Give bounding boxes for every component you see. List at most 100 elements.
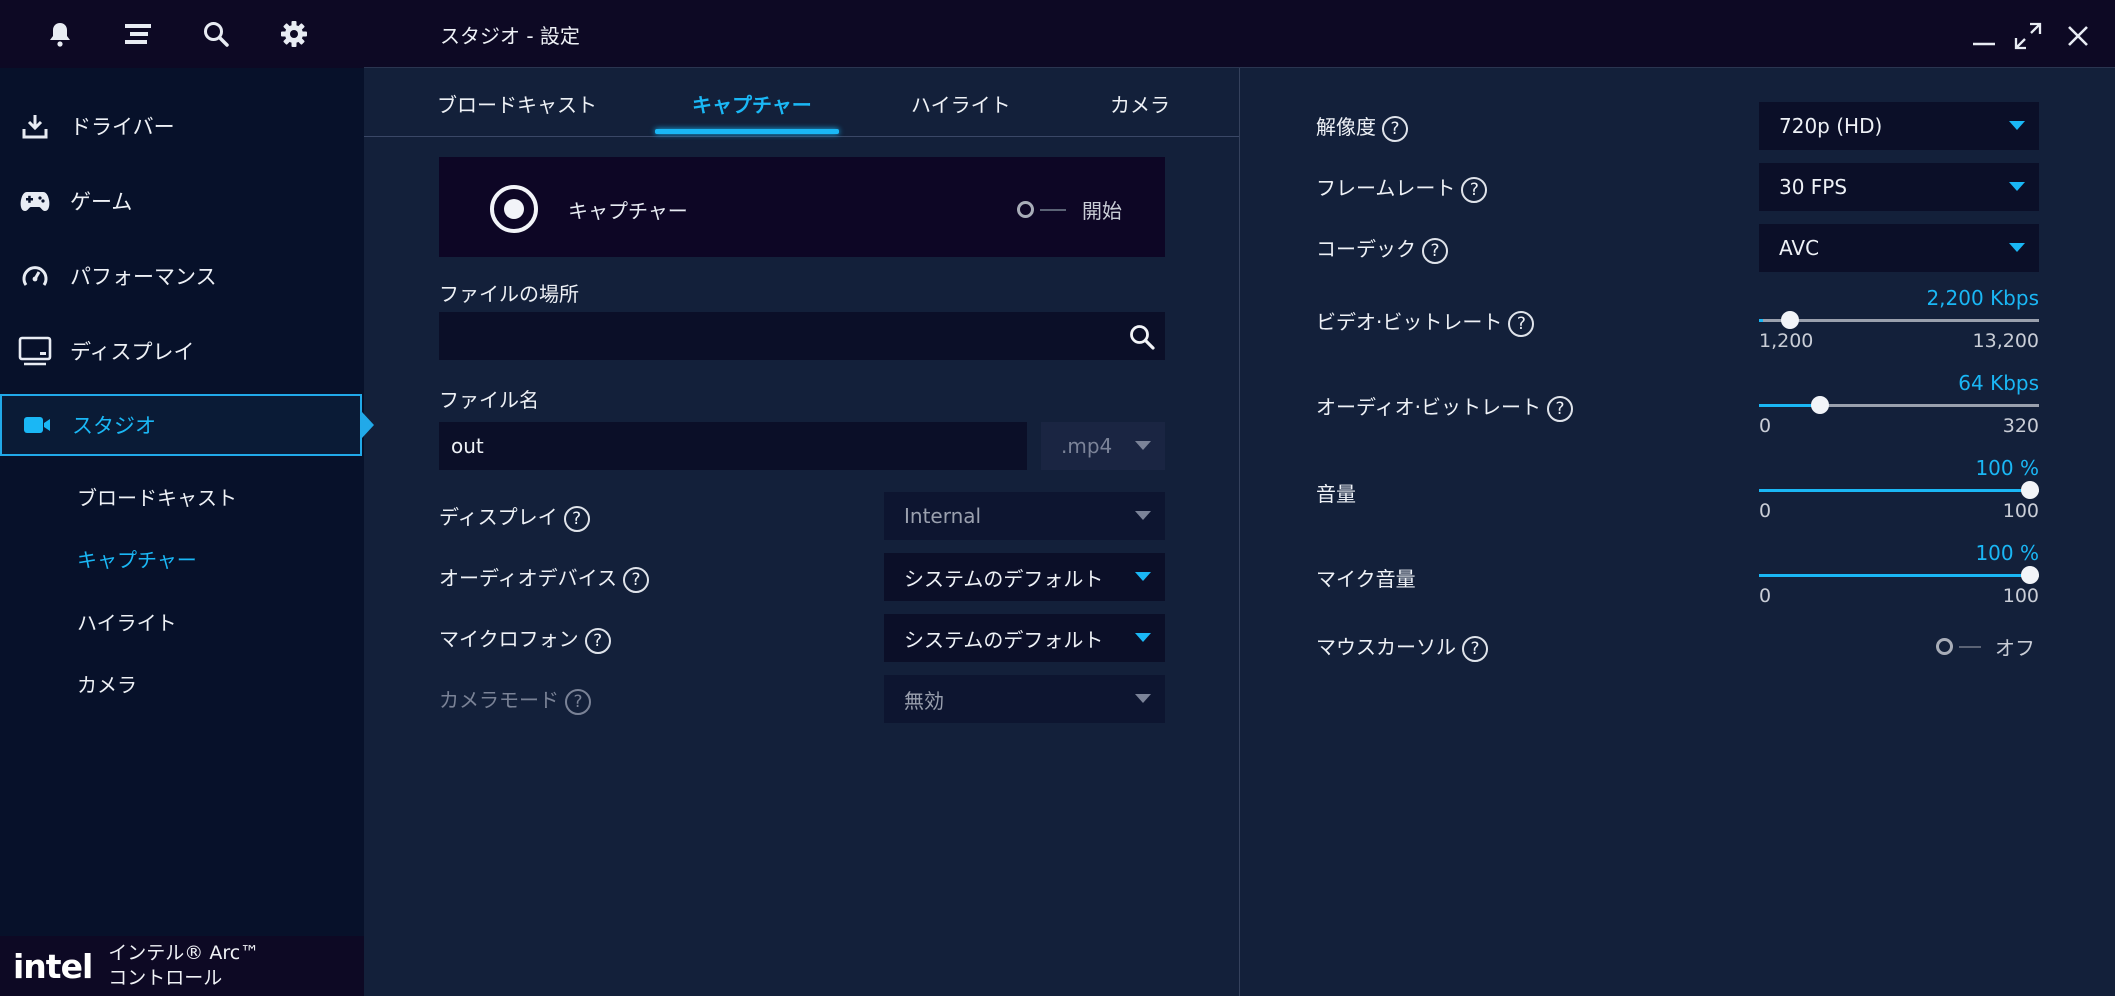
slider-min: 0	[1759, 585, 1772, 607]
slider-thumb[interactable]	[1811, 396, 1830, 414]
sidebar-item-label: ドライバー	[70, 115, 175, 139]
toggle-label: オフ	[1995, 636, 2035, 660]
minimize-icon[interactable]	[1966, 18, 2002, 54]
tab-broadcast[interactable]: ブロードキャスト	[437, 89, 597, 118]
slider-thumb[interactable]	[2021, 566, 2039, 584]
sidebar-subitem-broadcast[interactable]: ブロードキャスト	[77, 482, 237, 511]
mic-volume-slider[interactable]: 100 % 0 100	[1759, 541, 2039, 611]
slider-fill	[1759, 489, 2021, 492]
panel-divider	[1239, 68, 1240, 996]
gear-icon[interactable]	[255, 0, 333, 68]
help-icon[interactable]: ?	[1508, 310, 1535, 337]
active-tab-indicator	[655, 129, 839, 134]
resolution-select[interactable]: 720p (HD)	[1759, 102, 2039, 150]
help-icon[interactable]: ?	[623, 566, 649, 593]
camera-mode-value: 無効	[904, 688, 944, 713]
camera-mode-text: カメラモード	[439, 688, 559, 712]
chevron-down-icon	[1135, 694, 1151, 703]
maximize-icon[interactable]	[2010, 18, 2046, 54]
microphone-select[interactable]: システムのデフォルト	[884, 614, 1165, 662]
volume-slider[interactable]: 100 % 0 100	[1759, 456, 2039, 526]
framerate-value: 30 FPS	[1779, 175, 1848, 199]
toggle-label: 開始	[1082, 199, 1122, 223]
codec-value: AVC	[1779, 236, 1820, 260]
microphone-text: マイクロフォン	[439, 627, 579, 651]
framerate-select[interactable]: 30 FPS	[1759, 163, 2039, 211]
slider-max: 13,200	[1972, 330, 2039, 352]
bell-icon[interactable]	[21, 0, 99, 68]
brand-line-2: コントロール	[108, 967, 223, 989]
codec-text: コーデック	[1316, 237, 1416, 261]
sidebar-item-studio[interactable]: スタジオ	[0, 394, 374, 456]
chevron-down-icon	[1135, 441, 1151, 450]
mouse-cursor-text: マウスカーソル	[1316, 635, 1456, 659]
brand: intel インテル® Arc™ コントロール	[0, 936, 364, 996]
capture-card: キャプチャー 開始	[439, 157, 1165, 257]
slider-min: 0	[1759, 500, 1772, 522]
gauge-icon	[0, 263, 70, 289]
framerate-label: フレームレート?	[1316, 172, 1488, 203]
camera-mode-label: カメラモード?	[439, 684, 591, 715]
file-extension-value: .mp4	[1061, 434, 1113, 458]
volume-text: 音量	[1316, 482, 1356, 506]
sidebar-item-performance[interactable]: パフォーマンス	[0, 245, 362, 307]
mouse-cursor-toggle[interactable]: オフ	[1936, 632, 2035, 661]
audio-device-select[interactable]: システムのデフォルト	[884, 553, 1165, 601]
help-icon[interactable]: ?	[584, 627, 611, 654]
close-icon[interactable]	[2060, 18, 2096, 54]
slider-thumb[interactable]	[1780, 311, 1799, 329]
record-icon	[489, 184, 539, 238]
capture-start-toggle[interactable]: 開始	[1017, 195, 1122, 224]
help-icon[interactable]: ?	[1462, 635, 1488, 662]
menu-icon[interactable]	[99, 0, 177, 68]
slider-value: 2,200 Kbps	[1926, 286, 2039, 310]
video-bitrate-slider[interactable]: 2,200 Kbps 1,200 13,200	[1759, 286, 2039, 356]
audio-device-label: オーディオデバイス?	[439, 562, 649, 593]
help-icon[interactable]: ?	[563, 505, 590, 532]
tab-camera[interactable]: カメラ	[1110, 89, 1170, 118]
sidebar-item-label: ゲーム	[70, 190, 133, 214]
file-name-input[interactable]: out	[439, 422, 1027, 470]
tab-highlight[interactable]: ハイライト	[911, 89, 1011, 118]
chevron-down-icon	[1135, 511, 1151, 520]
audio-bitrate-slider[interactable]: 64 Kbps 0 320	[1759, 371, 2039, 441]
slider-fill	[1759, 404, 1814, 407]
help-icon[interactable]: ?	[565, 688, 591, 715]
slider-track	[1759, 319, 2039, 322]
slider-min: 0	[1759, 415, 1772, 437]
tab-capture[interactable]: キャプチャー	[692, 89, 812, 118]
sidebar-item-display[interactable]: ディスプレイ	[0, 320, 362, 382]
slider-thumb[interactable]	[2021, 481, 2039, 499]
slider-value: 100 %	[1975, 456, 2039, 480]
sidebar-top-icons	[0, 0, 364, 68]
sidebar-item-driver[interactable]: ドライバー	[0, 95, 362, 157]
help-icon[interactable]: ?	[1382, 115, 1408, 142]
slider-min: 1,200	[1759, 330, 1814, 352]
display-select[interactable]: Internal	[884, 492, 1165, 540]
search-icon[interactable]	[1129, 324, 1155, 355]
chevron-down-icon	[2009, 182, 2025, 191]
mic-volume-label: マイク音量	[1316, 563, 1416, 592]
resolution-label: 解像度?	[1316, 111, 1408, 142]
sidebar-item-game[interactable]: ゲーム	[0, 170, 362, 232]
file-extension-select[interactable]: .mp4	[1041, 422, 1165, 470]
file-location-input[interactable]	[439, 312, 1165, 360]
toggle-knob	[1936, 638, 1953, 655]
sidebar-subitem-capture[interactable]: キャプチャー	[77, 544, 197, 573]
slider-value: 64 Kbps	[1958, 371, 2039, 395]
sidebar-subitem-highlight[interactable]: ハイライト	[77, 607, 177, 636]
sidebar-subitem-camera[interactable]: カメラ	[77, 669, 137, 698]
help-icon[interactable]: ?	[1461, 176, 1488, 203]
codec-select[interactable]: AVC	[1759, 224, 2039, 272]
slider-max: 100	[2002, 500, 2039, 522]
audio-bitrate-label: オーディオ·ビットレート?	[1316, 391, 1573, 422]
codec-label: コーデック?	[1316, 233, 1448, 264]
help-icon[interactable]: ?	[1422, 237, 1448, 264]
audio-bitrate-text: オーディオ·ビットレート	[1316, 395, 1541, 419]
search-icon[interactable]	[177, 0, 255, 68]
help-icon[interactable]: ?	[1546, 395, 1573, 422]
slider-value: 100 %	[1975, 541, 2039, 565]
intel-logo: intel	[13, 946, 93, 986]
sidebar: ドライバー ゲーム パフォーマンス ディスプレイ スタジオ ブロードキャスト キ…	[0, 0, 374, 996]
camera-mode-select[interactable]: 無効	[884, 675, 1165, 723]
